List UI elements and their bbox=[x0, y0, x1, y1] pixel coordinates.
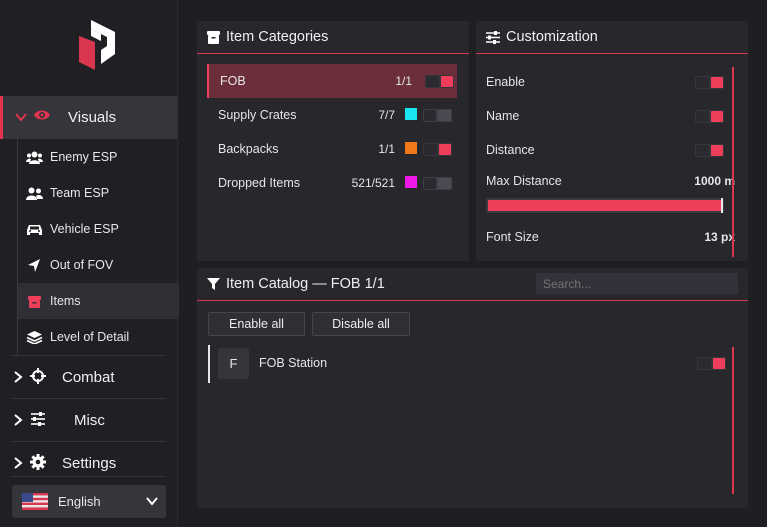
customization-header: Customization bbox=[476, 21, 748, 54]
sliders-icon bbox=[31, 412, 45, 426]
category-toggle[interactable] bbox=[423, 143, 452, 156]
category-row-dropped-items[interactable]: Dropped Items 521/521 bbox=[207, 166, 457, 200]
slider-handle[interactable] bbox=[721, 198, 723, 213]
font-size-row: Font Size 13 px bbox=[486, 230, 736, 244]
crosshair-icon bbox=[30, 368, 46, 384]
enable-toggle[interactable] bbox=[695, 76, 724, 89]
color-swatch[interactable] bbox=[405, 142, 417, 154]
distance-toggle[interactable] bbox=[695, 144, 724, 157]
distance-label: Distance bbox=[486, 143, 535, 157]
max-distance-row: Max Distance 1000 m bbox=[486, 174, 736, 188]
category-toggle[interactable] bbox=[423, 109, 452, 122]
catalog-scrollbar[interactable] bbox=[732, 347, 734, 494]
subnav-team-esp[interactable]: Team ESP bbox=[18, 175, 179, 211]
nav-combat[interactable]: Combat bbox=[0, 357, 178, 397]
max-distance-value: 1000 m bbox=[694, 174, 735, 188]
catalog-item-row[interactable]: F FOB Station bbox=[208, 345, 738, 383]
item-catalog-panel: Item Catalog — FOB 1/1 Enable all Disabl… bbox=[197, 268, 748, 508]
category-name: Dropped Items bbox=[218, 176, 300, 190]
search-input[interactable] bbox=[536, 273, 738, 294]
chevron-right-icon bbox=[14, 414, 23, 426]
users-icon bbox=[26, 151, 43, 164]
subnav-items[interactable]: Items bbox=[18, 283, 179, 319]
subnav-label: Out of FOV bbox=[50, 258, 114, 272]
location-arrow-icon bbox=[28, 258, 40, 272]
item-categories-panel: Item Categories FOB 1/1 Supply Crates 7/… bbox=[197, 21, 469, 261]
name-toggle[interactable] bbox=[695, 110, 724, 123]
chevron-right-icon bbox=[14, 457, 23, 469]
category-count: 1/1 bbox=[378, 142, 395, 156]
language-value: English bbox=[58, 494, 101, 509]
layers-icon bbox=[26, 330, 43, 344]
subnav-label: Level of Detail bbox=[50, 330, 130, 344]
subnav-label: Enemy ESP bbox=[50, 150, 118, 164]
category-count: 521/521 bbox=[351, 176, 395, 190]
sidebar: Visuals Enemy ESP Team ESP Vehicle ESP O… bbox=[0, 0, 179, 527]
item-catalog-title: Item Catalog — FOB 1/1 bbox=[226, 276, 385, 292]
divider bbox=[12, 398, 166, 399]
box-icon bbox=[207, 30, 220, 44]
subnav-enemy-esp[interactable]: Enemy ESP bbox=[18, 139, 179, 175]
us-flag-icon bbox=[22, 493, 48, 510]
subnav-vehicle-esp[interactable]: Vehicle ESP bbox=[18, 211, 179, 247]
font-size-label: Font Size bbox=[486, 230, 539, 244]
category-count: 1/1 bbox=[395, 74, 412, 88]
customization-panel: Customization Enable Name Distance Max D… bbox=[476, 21, 748, 261]
nav-settings-label: Settings bbox=[62, 455, 117, 472]
subnav-out-of-fov[interactable]: Out of FOV bbox=[18, 247, 179, 283]
nav-visuals[interactable]: Visuals bbox=[0, 96, 178, 139]
name-label: Name bbox=[486, 109, 520, 123]
chevron-down-icon bbox=[146, 497, 158, 506]
nav-misc[interactable]: Misc bbox=[0, 400, 178, 440]
language-select[interactable]: English bbox=[12, 485, 166, 518]
category-name: FOB bbox=[220, 74, 246, 88]
color-swatch[interactable] bbox=[405, 176, 417, 188]
nav-misc-label: Misc bbox=[74, 412, 105, 429]
category-toggle[interactable] bbox=[423, 177, 452, 190]
filter-icon bbox=[207, 277, 220, 290]
max-distance-slider[interactable] bbox=[486, 198, 724, 213]
item-categories-title: Item Categories bbox=[226, 29, 329, 45]
box-icon bbox=[28, 295, 41, 308]
customization-title: Customization bbox=[506, 29, 598, 45]
font-size-value: 13 px bbox=[704, 230, 735, 244]
divider bbox=[12, 476, 166, 477]
item-toggle[interactable] bbox=[697, 357, 726, 370]
chevron-down-icon bbox=[15, 113, 27, 122]
chevron-right-icon bbox=[14, 371, 23, 383]
color-swatch[interactable] bbox=[405, 108, 417, 120]
subnav-label: Items bbox=[50, 294, 81, 308]
max-distance-label: Max Distance bbox=[486, 174, 562, 188]
subnav-label: Team ESP bbox=[50, 186, 110, 200]
slider-fill bbox=[488, 200, 721, 211]
divider bbox=[12, 355, 166, 356]
item-badge: F bbox=[218, 348, 249, 379]
subnav-label: Vehicle ESP bbox=[50, 222, 119, 236]
enable-all-button[interactable]: Enable all bbox=[208, 312, 305, 336]
item-name: FOB Station bbox=[259, 356, 328, 370]
nav-visuals-label: Visuals bbox=[68, 109, 117, 126]
category-name: Backpacks bbox=[218, 142, 279, 156]
visuals-submenu: Enemy ESP Team ESP Vehicle ESP Out of FO… bbox=[17, 139, 179, 355]
category-row-supply-crates[interactable]: Supply Crates 7/7 bbox=[207, 98, 457, 132]
nav-settings[interactable]: Settings bbox=[0, 443, 178, 483]
nav-combat-label: Combat bbox=[62, 369, 115, 386]
item-categories-header: Item Categories bbox=[197, 21, 469, 54]
subnav-level-of-detail[interactable]: Level of Detail bbox=[18, 319, 179, 355]
car-icon bbox=[27, 224, 42, 235]
sliders-icon bbox=[486, 30, 500, 44]
category-toggle[interactable] bbox=[425, 75, 454, 88]
gear-icon bbox=[30, 454, 46, 470]
divider bbox=[12, 441, 166, 442]
category-row-backpacks[interactable]: Backpacks 1/1 bbox=[207, 132, 457, 166]
app-logo-icon bbox=[79, 20, 115, 70]
team-icon bbox=[26, 187, 43, 200]
category-name: Supply Crates bbox=[218, 108, 297, 122]
disable-all-button[interactable]: Disable all bbox=[312, 312, 410, 336]
category-row-fob[interactable]: FOB 1/1 bbox=[207, 64, 457, 98]
customization-scrollbar[interactable] bbox=[732, 67, 734, 257]
eye-icon bbox=[34, 110, 50, 120]
enable-label: Enable bbox=[486, 75, 525, 89]
category-count: 7/7 bbox=[378, 108, 395, 122]
